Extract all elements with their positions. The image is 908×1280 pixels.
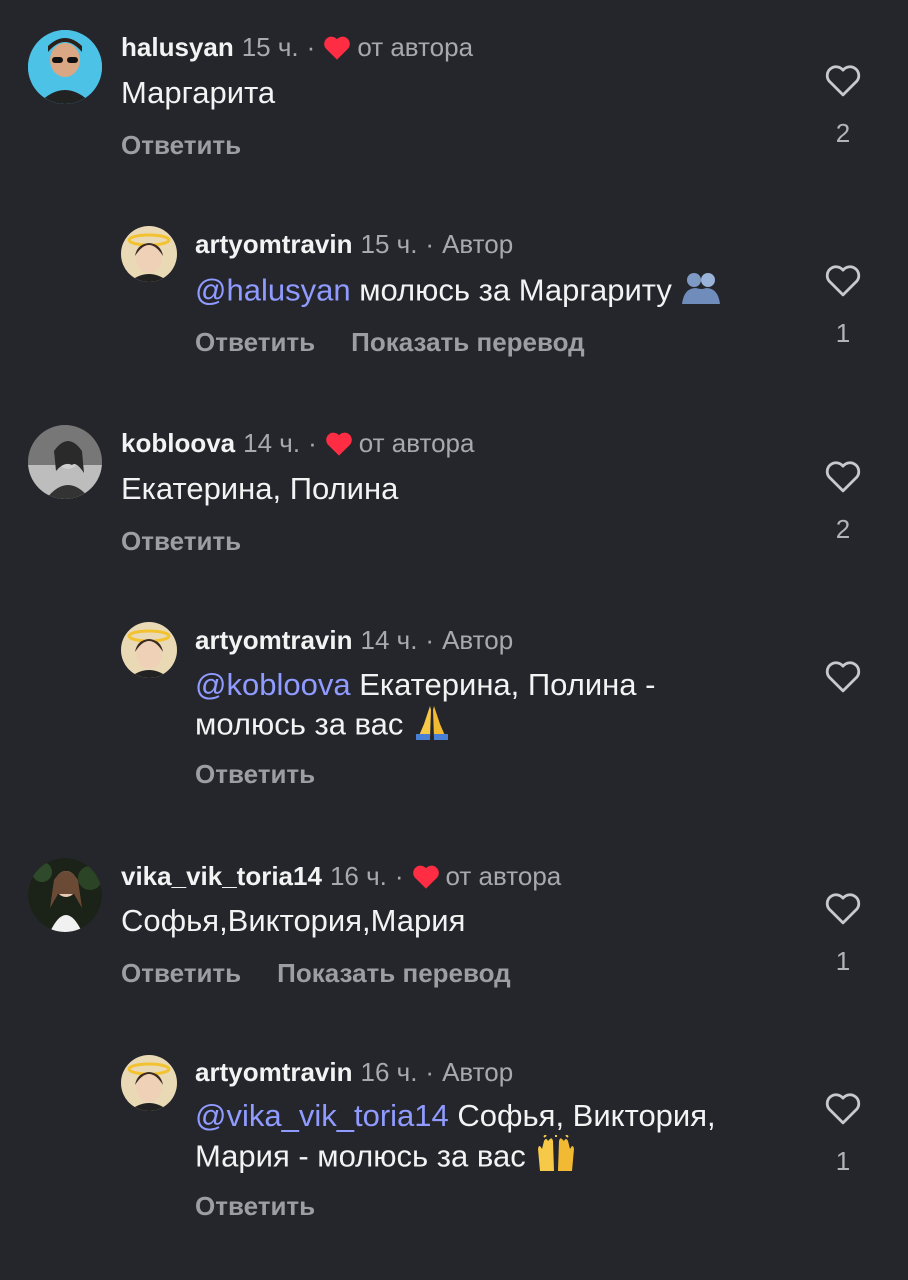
username[interactable]: halusyan [121, 32, 234, 62]
like-count: 2 [835, 514, 851, 544]
like-heart-icon[interactable] [824, 460, 862, 494]
reply-button[interactable]: Ответить [121, 526, 241, 556]
reply-button[interactable]: Ответить [195, 1191, 315, 1221]
avatar[interactable] [28, 858, 102, 932]
like-control: 2 [818, 64, 868, 148]
author-badge: от автора [445, 861, 562, 891]
author-liked-heart-icon [412, 865, 439, 889]
avatar[interactable] [28, 425, 102, 499]
avatar[interactable] [121, 622, 177, 678]
avatar-image [121, 226, 177, 282]
comment-text: Екатерина, Полина [121, 471, 399, 506]
show-translation-button[interactable]: Показать перевод [351, 327, 585, 357]
like-control: 1 [818, 1092, 868, 1176]
comment-body-line2: Мария - молюсь за вас [195, 1138, 526, 1174]
mention-link[interactable]: @vika_vik_toria14 [195, 1098, 449, 1133]
like-control: 1 [818, 264, 868, 348]
like-heart-icon[interactable] [824, 264, 862, 298]
like-count: 1 [835, 318, 851, 348]
comment-body: Екатерина, Полина - [359, 667, 656, 702]
timestamp: 15 ч. [360, 229, 418, 259]
comment-text: @halusyan молюсь за Маргариту [195, 270, 722, 315]
comment-text: @kobloova Екатерина, Полина - молюсь за … [195, 666, 655, 749]
author-badge: от автора [358, 428, 475, 458]
avatar[interactable] [121, 1055, 177, 1111]
author-badge: Автор [442, 625, 514, 655]
author-liked-heart-icon [324, 36, 351, 60]
avatar-image [28, 425, 102, 499]
comment-actions: Ответить Показать перевод [195, 327, 621, 357]
like-count: 1 [835, 946, 851, 976]
username[interactable]: artyomtravin [195, 1057, 353, 1087]
comment-meta: artyomtravin 15 ч. · Автор [195, 229, 514, 259]
like-heart-icon[interactable] [824, 1092, 862, 1126]
comment-text: Софья,Виктория,Мария [121, 903, 466, 938]
like-count: 2 [835, 118, 851, 148]
like-control: 2 [818, 460, 868, 544]
timestamp: 14 ч. [243, 428, 301, 458]
comment-actions: Ответить [121, 526, 277, 556]
author-badge: от автора [357, 32, 474, 62]
folded-hands-icon [412, 704, 452, 749]
comment-actions: Ответить [195, 759, 351, 789]
reply-button[interactable]: Ответить [121, 958, 241, 988]
comment-meta: artyomtravin 16 ч. · Автор [195, 1057, 514, 1087]
like-control: 1 [818, 892, 868, 976]
timestamp: 16 ч. [329, 861, 387, 891]
comment-meta: artyomtravin 14 ч. · Автор [195, 625, 514, 655]
avatar[interactable] [121, 226, 177, 282]
like-control [818, 660, 868, 694]
username[interactable]: artyomtravin [195, 229, 353, 259]
comment-body: молюсь за Маргариту [359, 272, 672, 308]
reply-button[interactable]: Ответить [121, 130, 241, 160]
comment-text: @vika_vik_toria14 Софья, Виктория, Мария… [195, 1097, 716, 1182]
like-heart-icon[interactable] [824, 64, 862, 98]
timestamp: 16 ч. [360, 1057, 418, 1087]
author-liked-heart-icon [325, 432, 352, 456]
comment-actions: Ответить [195, 1191, 351, 1221]
comment-actions: Ответить Показать перевод [121, 958, 547, 988]
avatar-image [121, 622, 177, 678]
mention-link[interactable]: @halusyan [195, 273, 351, 308]
author-badge: Автор [442, 229, 514, 259]
avatar-image [28, 858, 102, 932]
timestamp: 15 ч. [241, 32, 299, 62]
comment-text: Маргарита [121, 75, 276, 110]
username[interactable]: artyomtravin [195, 625, 353, 655]
timestamp: 14 ч. [360, 625, 418, 655]
comment-actions: Ответить [121, 130, 277, 160]
like-count: 1 [835, 1146, 851, 1176]
like-heart-icon[interactable] [824, 660, 862, 694]
raising-hands-icon [534, 1134, 578, 1182]
avatar-image [28, 30, 102, 104]
show-translation-button[interactable]: Показать перевод [277, 958, 511, 988]
username[interactable]: kobloova [121, 428, 235, 458]
reply-button[interactable]: Ответить [195, 327, 315, 357]
comment-body-line2: молюсь за вас [195, 706, 404, 742]
author-badge: Автор [442, 1057, 514, 1087]
like-heart-icon[interactable] [824, 892, 862, 926]
comment-meta: kobloova 14 ч. · от автора [121, 428, 475, 458]
avatar[interactable] [28, 30, 102, 104]
reply-button[interactable]: Ответить [195, 759, 315, 789]
avatar-image [121, 1055, 177, 1111]
comment-meta: halusyan 15 ч. · от автора [121, 32, 474, 62]
comment-body: Софья, Виктория, [457, 1098, 716, 1133]
username[interactable]: vika_vik_toria14 [121, 861, 322, 891]
comment-meta: vika_vik_toria14 16 ч. · от автора [121, 861, 562, 891]
hugging-people-icon [680, 270, 722, 315]
mention-link[interactable]: @kobloova [195, 667, 351, 702]
